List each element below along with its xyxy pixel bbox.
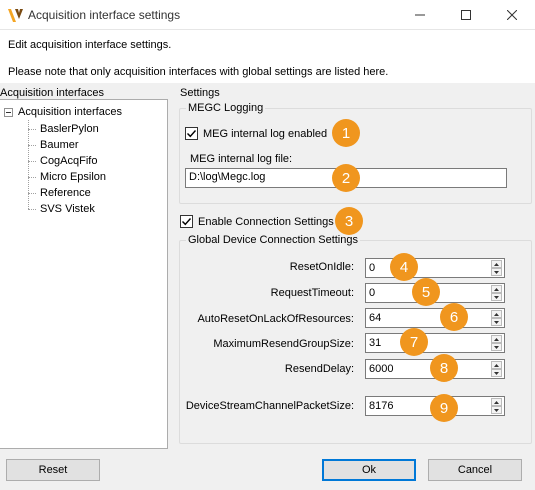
maximize-button[interactable] [443, 0, 489, 30]
internal-log-label: MEG internal log enabled [203, 127, 328, 140]
enable-connection-checkbox[interactable] [180, 215, 193, 228]
tree-item-reference[interactable]: Reference [28, 185, 92, 201]
auto-reset-label: AutoResetOnLackOfResources: [197, 313, 354, 325]
interface-tree[interactable]: Acquisition interfaces BaslerPylon Baume… [0, 99, 168, 449]
callout-badge-5: 5 [412, 278, 440, 306]
cancel-button[interactable]: Cancel [428, 459, 522, 481]
callout-badge-1: 1 [332, 119, 360, 147]
reset-on-idle-label: ResetOnIdle: [289, 261, 354, 273]
header-note: Please note that only acquisition interf… [8, 66, 389, 78]
spin-down-icon[interactable] [491, 369, 502, 377]
packet-size-value: 8176 [369, 400, 394, 412]
callout-badge-8: 8 [430, 354, 458, 382]
spin-down-icon[interactable] [491, 343, 502, 351]
title-bar: Acquisition interface settings [0, 0, 535, 30]
app-logo-icon [8, 9, 23, 22]
spin-up-icon[interactable] [491, 260, 502, 268]
log-file-label: MEG internal log file: [190, 153, 293, 165]
spin-down-icon[interactable] [491, 293, 502, 301]
enable-connection-toggle[interactable]: Enable Connection Settings [180, 215, 334, 228]
resend-delay-value: 6000 [369, 363, 394, 375]
window-title: Acquisition interface settings [28, 8, 181, 22]
spin-up-icon[interactable] [491, 285, 502, 293]
maximize-icon [461, 10, 471, 20]
packet-size-label: DeviceStreamChannelPacketSize: [185, 400, 354, 412]
minimize-button[interactable] [397, 0, 443, 30]
internal-log-toggle[interactable]: MEG internal log enabled [185, 127, 327, 140]
close-icon [507, 10, 517, 20]
header-area: Edit acquisition interface settings. Ple… [0, 30, 535, 83]
tree-item-svs-vistek[interactable]: SVS Vistek [28, 201, 96, 217]
internal-log-checkbox[interactable] [185, 127, 198, 140]
reset-on-idle-spinner[interactable]: 0 [365, 258, 505, 278]
callout-badge-9: 9 [430, 394, 458, 422]
max-resend-group-label: MaximumResendGroupSize: [213, 338, 354, 350]
tree-item-micro-epsilon[interactable]: Micro Epsilon [28, 169, 107, 185]
spin-down-icon[interactable] [491, 318, 502, 326]
spin-down-icon[interactable] [491, 406, 502, 414]
close-button[interactable] [489, 0, 535, 30]
tree-item-baslerpylon[interactable]: BaslerPylon [28, 121, 100, 137]
reset-button[interactable]: Reset [6, 459, 100, 481]
tree-item-cogacqfifo[interactable]: CogAcqFifo [28, 153, 98, 169]
checkmark-icon [182, 218, 192, 226]
spin-up-icon[interactable] [491, 335, 502, 343]
callout-badge-7: 7 [400, 328, 428, 356]
tree-item-baumer[interactable]: Baumer [28, 137, 80, 153]
minimize-icon [415, 14, 425, 16]
reset-on-idle-value: 0 [369, 262, 376, 274]
request-timeout-label: RequestTimeout: [270, 287, 354, 299]
max-resend-group-value: 31 [369, 337, 382, 349]
ok-button[interactable]: Ok [322, 459, 416, 481]
megc-logging-legend: MEGC Logging [188, 102, 264, 114]
global-connection-legend: Global Device Connection Settings [188, 234, 358, 246]
callout-badge-4: 4 [390, 253, 418, 281]
checkmark-icon [187, 130, 197, 138]
spin-up-icon[interactable] [491, 310, 502, 318]
collapse-icon[interactable] [4, 107, 13, 117]
max-resend-group-spinner[interactable]: 31 [365, 333, 505, 353]
settings-section-label: Settings [180, 87, 220, 99]
tree-root[interactable]: Acquisition interfaces [4, 106, 122, 118]
tree-root-label: Acquisition interfaces [18, 106, 122, 118]
spin-up-icon[interactable] [491, 398, 502, 406]
header-description: Edit acquisition interface settings. [8, 39, 172, 51]
spin-up-icon[interactable] [491, 361, 502, 369]
spin-down-icon[interactable] [491, 268, 502, 276]
request-timeout-value: 0 [369, 287, 376, 299]
callout-badge-6: 6 [440, 303, 468, 331]
auto-reset-spinner[interactable]: 64 [365, 308, 505, 328]
callout-badge-2: 2 [332, 164, 360, 192]
resend-delay-label: ResendDelay: [284, 363, 354, 375]
tree-section-label: Acquisition interfaces [0, 87, 104, 99]
auto-reset-value: 64 [369, 312, 382, 324]
callout-badge-3: 3 [335, 207, 363, 235]
enable-connection-label: Enable Connection Settings [198, 215, 334, 228]
